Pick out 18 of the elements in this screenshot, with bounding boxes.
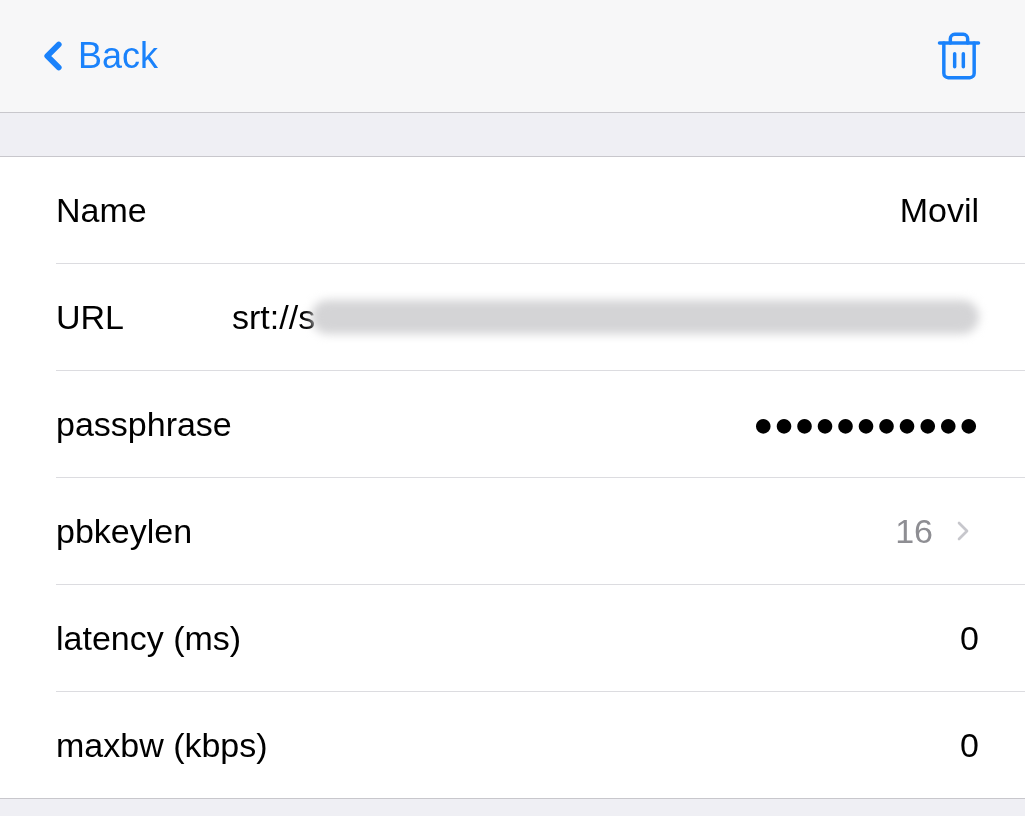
settings-row[interactable]: URL srt://s [56, 264, 1025, 371]
row-label: passphrase [56, 404, 232, 444]
row-label: maxbw (kbps) [56, 725, 268, 765]
row-value: 0 [960, 725, 979, 765]
row-label: Name [56, 190, 147, 230]
settings-row[interactable]: Name Movil [56, 157, 1025, 264]
settings-row[interactable]: maxbw (kbps) 0 [56, 692, 1025, 798]
row-label: latency (ms) [56, 618, 242, 658]
settings-row[interactable]: passphrase ●●●●●●●●●●● [56, 371, 1025, 478]
settings-row[interactable]: latency (ms) 0 [56, 585, 1025, 692]
row-label: pbkeylen [56, 511, 193, 551]
row-value: 16 [895, 511, 933, 551]
row-value: ●●●●●●●●●●● [753, 404, 979, 444]
row-value: srt://s [232, 297, 316, 337]
settings-row[interactable]: pbkeylen 16 [56, 478, 1025, 585]
row-label: URL [56, 297, 125, 337]
row-value: 0 [960, 618, 979, 658]
row-value: Movil [899, 190, 979, 230]
